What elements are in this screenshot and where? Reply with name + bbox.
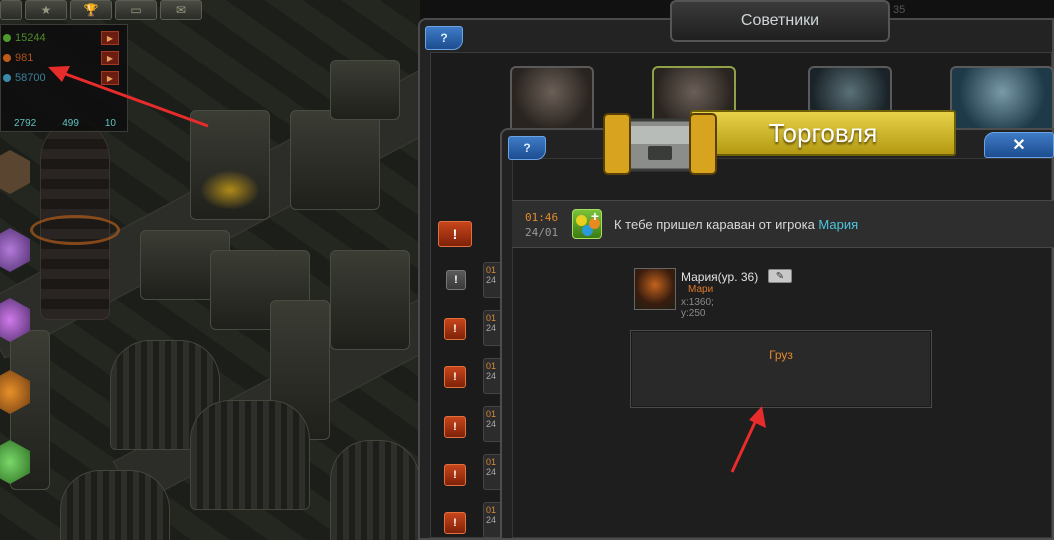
message-body: К тебе пришел караван от игрока — [614, 217, 815, 232]
resource-value: 981 — [15, 52, 34, 64]
list-item-time: 01 — [486, 313, 497, 323]
add-resource-button[interactable]: ▶ — [101, 31, 119, 45]
player-coordinates[interactable]: x:1360; y:250 — [681, 297, 714, 319]
list-alert-icon[interactable]: ! — [446, 270, 466, 290]
message-text: К тебе пришел караван от игрока Мария — [614, 217, 858, 232]
list-item-date: 24 — [486, 515, 497, 525]
cargo-panel: Груз — [630, 330, 932, 408]
hangar[interactable] — [330, 440, 420, 540]
list-alert-icon[interactable]: ! — [444, 416, 466, 438]
list-item-time: 01 — [486, 265, 497, 275]
star-tab-icon[interactable]: ★ — [25, 0, 67, 20]
edit-icon[interactable]: ✎ — [768, 269, 792, 283]
caravan-resources-icon: + — [572, 209, 602, 239]
tower-glow-ring — [30, 215, 120, 245]
list-alert-icon[interactable]: ! — [444, 512, 466, 534]
alert-button[interactable]: ! — [438, 221, 472, 247]
resource-value: 58700 — [15, 72, 46, 84]
list-item-time: 01 — [486, 361, 497, 371]
resource-green-icon — [3, 34, 11, 42]
list-alert-icon[interactable]: ! — [444, 366, 466, 388]
building[interactable] — [330, 250, 410, 350]
base-map[interactable]: ★ 🏆 ▭ ✉ 15244 ▶ 981 ▶ 58700 ▶ 2792 499 1… — [0, 0, 420, 540]
building[interactable] — [290, 110, 380, 210]
hangar[interactable] — [60, 470, 170, 540]
units-stat: 499 — [62, 118, 79, 129]
energy-stat: 10 — [104, 118, 116, 129]
player-name[interactable]: Мария(ур. 36) — [681, 270, 758, 284]
cargo-label: Груз — [769, 348, 793, 362]
list-item-date: 24 — [486, 323, 497, 333]
add-resource-button[interactable]: ▶ — [101, 71, 119, 85]
resource-orange-icon — [3, 54, 11, 62]
advisors-title: Советники — [670, 0, 890, 42]
add-resource-button[interactable]: ▶ — [101, 51, 119, 65]
building-light — [200, 170, 260, 210]
list-item-date: 24 — [486, 371, 497, 381]
resource-blue-icon — [3, 74, 11, 82]
game-screen: ★ 🏆 ▭ ✉ 15244 ▶ 981 ▶ 58700 ▶ 2792 499 1… — [0, 0, 1054, 540]
trade-title: Торговля — [690, 110, 956, 156]
resource-row: 15244 ▶ — [1, 29, 119, 47]
ticket-tab-icon[interactable]: ▭ — [115, 0, 157, 20]
avatar[interactable] — [634, 268, 676, 310]
resource-row: 981 ▶ — [1, 49, 119, 67]
trade-chest-icon — [603, 113, 717, 175]
list-alert-icon[interactable]: ! — [444, 318, 466, 340]
list-item-date: 24 — [486, 419, 497, 429]
advisor-portrait[interactable] — [950, 66, 1054, 130]
resource-value: 15244 — [15, 32, 46, 44]
list-item-date: 24 — [486, 275, 497, 285]
list-item-time: 01 — [486, 457, 497, 467]
top-tabs: ★ 🏆 ▭ ✉ — [0, 0, 202, 20]
top-tab[interactable] — [0, 0, 22, 20]
advisors-help-button[interactable]: ? — [425, 26, 463, 50]
list-item-time: 01 — [486, 505, 497, 515]
trade-message-header: 01:46 24/01 + К тебе пришел караван от и… — [512, 200, 1054, 248]
trophy-tab-icon[interactable]: 🏆 — [70, 0, 112, 20]
population-stat: 2792 — [13, 118, 37, 129]
resources-panel: 15244 ▶ 981 ▶ 58700 ▶ 2792 499 10 — [0, 24, 128, 132]
trade-help-button[interactable]: ? — [508, 136, 546, 160]
player-link[interactable]: Мария — [818, 217, 858, 232]
mail-tab-icon[interactable]: ✉ — [160, 0, 202, 20]
advisor-portrait[interactable] — [510, 66, 594, 130]
message-date: 24/01 — [525, 226, 559, 239]
player-alliance[interactable]: Мари — [688, 284, 713, 295]
side-badge[interactable] — [0, 150, 30, 194]
list-item-time: 01 — [486, 409, 497, 419]
advisors-counter: 35 — [893, 4, 906, 16]
building[interactable] — [330, 60, 400, 120]
list-alert-icon[interactable]: ! — [444, 464, 466, 486]
side-badge-purple[interactable] — [0, 228, 30, 272]
resource-row: 58700 ▶ — [1, 69, 119, 87]
stats-row: 2792 499 10 — [1, 95, 129, 131]
list-item-date: 24 — [486, 467, 497, 477]
message-time: 01:46 — [525, 211, 559, 224]
close-icon[interactable]: ✕ — [984, 132, 1054, 158]
hangar[interactable] — [190, 400, 310, 510]
